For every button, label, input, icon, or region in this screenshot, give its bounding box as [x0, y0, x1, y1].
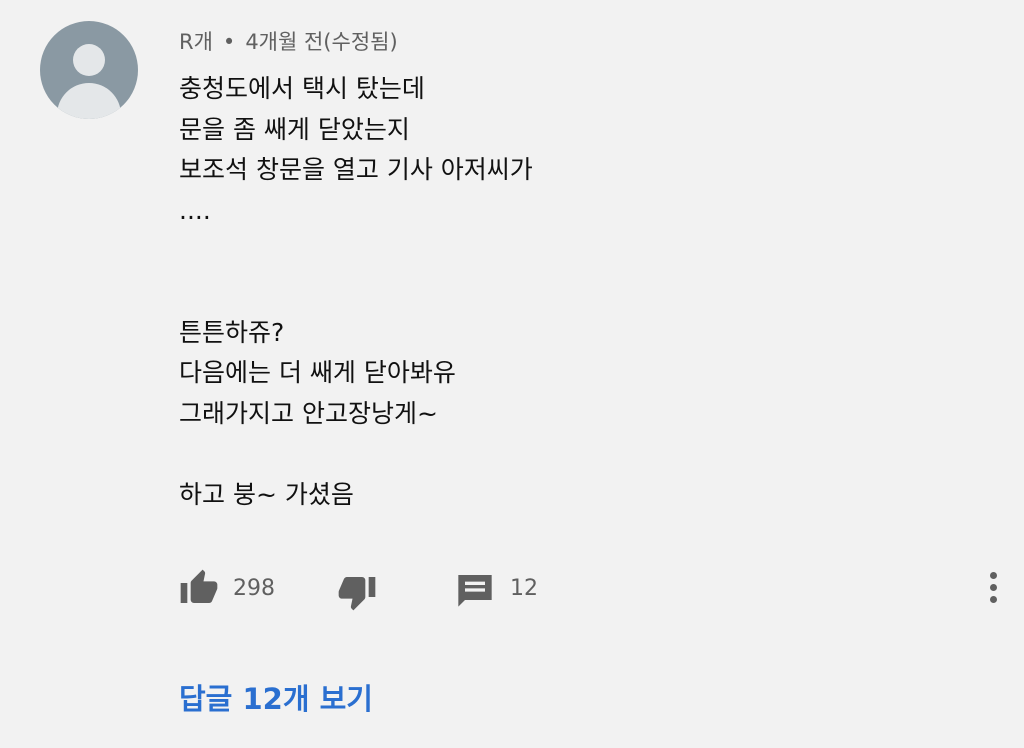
comment-line: [179, 231, 533, 272]
author-name[interactable]: R개: [179, 30, 213, 54]
like-button[interactable]: [179, 568, 219, 608]
view-replies-link[interactable]: 답글 12개 보기: [179, 676, 373, 718]
comment-line: 하고 붕~ 가셨음: [179, 479, 354, 509]
comment-line: [179, 434, 533, 475]
like-count: 298: [233, 576, 275, 601]
comment-icon: [458, 575, 492, 607]
comment-header: R개 • 4개월 전(수정됨): [179, 26, 398, 56]
avatar[interactable]: [40, 21, 138, 119]
comment-line: 보조석 창문을 열고 기사 아저씨가: [179, 155, 533, 185]
separator-dot: •: [222, 30, 236, 54]
comment-line: 다음에는 더 쌔게 닫아봐유: [179, 358, 456, 388]
comment-line: 튼튼하쥬?: [179, 317, 285, 347]
reply-count: 12: [510, 576, 538, 601]
comment-timestamp[interactable]: 4개월 전(수정됨): [245, 30, 397, 54]
comment-line: [179, 272, 533, 313]
dislike-button[interactable]: [337, 572, 377, 612]
comment-line: 충청도에서 택시 탔는데: [179, 74, 425, 103]
comment-text: 충청도에서 택시 탔는데 문을 좀 쌔게 닫았는지 보조석 창문을 열고 기사 …: [179, 69, 533, 516]
comment-line: ....: [179, 195, 211, 225]
thumbs-up-icon: [180, 569, 218, 603]
comment-line: 그래가지고 안고장낭게~: [179, 398, 438, 428]
comment-thread: R개 • 4개월 전(수정됨) 충청도에서 택시 탔는데 문을 좀 쌔게 닫았는지 …: [0, 0, 1024, 748]
thumbs-down-icon: [338, 577, 376, 611]
more-options-button[interactable]: [987, 572, 999, 606]
comment-actions: 298 12: [179, 568, 999, 612]
avatar-body-shape: [57, 83, 121, 119]
avatar-head-shape: [73, 44, 105, 76]
comment-line: 문을 좀 쌔게 닫았는지: [179, 114, 410, 144]
more-vertical-icon: [987, 572, 999, 603]
reply-button[interactable]: [455, 570, 495, 610]
